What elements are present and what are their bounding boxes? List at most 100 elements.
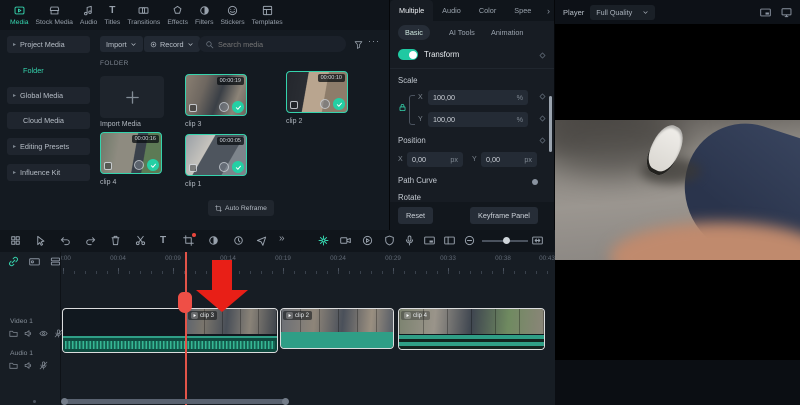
scale-y-keyframe-icon[interactable]: [538, 114, 547, 123]
voiceover-icon[interactable]: [404, 235, 415, 248]
screen-record-icon[interactable]: [340, 235, 351, 248]
caret-right-icon: ▸: [13, 93, 17, 99]
zoom-slider-handle[interactable]: [503, 237, 510, 244]
filter-icon[interactable]: [354, 40, 363, 49]
track-visibility-icon[interactable]: [39, 329, 48, 338]
keyframe-panel-button[interactable]: Keyframe Panel: [470, 207, 538, 224]
tab-multiple[interactable]: Multiple: [390, 0, 434, 21]
render-preview-icon[interactable]: [256, 235, 267, 248]
more-tools-icon[interactable]: »: [279, 233, 285, 244]
tab-templates[interactable]: Templates: [252, 4, 283, 26]
tab-stickers[interactable]: Stickers: [220, 4, 245, 26]
record-button[interactable]: Record: [144, 36, 200, 52]
zoom-out-icon[interactable]: [464, 235, 475, 248]
position-x-input[interactable]: 0,00 px: [407, 152, 463, 167]
filters-icon: [199, 4, 210, 17]
subtab-ai-tools[interactable]: AI Tools: [442, 25, 482, 40]
annotation-arrow-down: [196, 260, 248, 330]
clip-tag: clip 2: [283, 311, 313, 320]
tab-stock-media[interactable]: Stock Media: [36, 4, 73, 26]
media-browser-icon[interactable]: [10, 235, 21, 248]
delete-icon[interactable]: [110, 235, 121, 248]
tab-filters[interactable]: Filters: [195, 4, 213, 26]
track-view-icon[interactable]: [29, 256, 40, 267]
scale-lock-icon[interactable]: [398, 103, 407, 112]
tab-color[interactable]: Color: [470, 0, 505, 21]
tab-audio-props[interactable]: Audio: [433, 0, 470, 21]
timeline-ruler[interactable]: 00:00 00:04 00:09 00:14 00:19 00:24 00:2…: [60, 252, 555, 274]
tab-effects[interactable]: Effects: [167, 4, 188, 26]
record-label: Record: [160, 39, 184, 49]
mask-icon[interactable]: [208, 235, 219, 248]
auto-reframe-button[interactable]: Auto Reframe: [208, 200, 274, 216]
detach-player-icon[interactable]: [781, 7, 792, 18]
transform-toggle[interactable]: [398, 49, 418, 60]
tab-titles[interactable]: T Titles: [104, 4, 120, 26]
sidebar-item-global-media[interactable]: ▸ Global Media: [7, 87, 90, 104]
playhead-line[interactable]: [185, 252, 187, 405]
play-badge-icon: [404, 312, 411, 319]
mixer-icon[interactable]: [424, 235, 435, 248]
apply-to-track-icon[interactable]: [9, 361, 18, 370]
select-tool-icon[interactable]: [35, 235, 46, 248]
search-field[interactable]: [198, 36, 346, 52]
transform-keyframe-icon[interactable]: [538, 51, 547, 60]
track-volume-icon[interactable]: [24, 329, 33, 338]
audio-section: [399, 335, 544, 349]
media-clip-2[interactable]: 00:00:10: [286, 71, 348, 113]
tab-speed[interactable]: Spee: [505, 0, 540, 21]
import-media-tile[interactable]: [100, 76, 164, 118]
motion-tracking-icon[interactable]: [318, 235, 329, 248]
properties-scrollbar[interactable]: [549, 96, 552, 152]
audio-section: [281, 332, 393, 348]
quality-dropdown[interactable]: Full Quality: [590, 4, 656, 20]
import-button[interactable]: Import: [100, 36, 143, 52]
zoom-fit-icon[interactable]: [532, 235, 543, 248]
sidebar-item-cloud-media[interactable]: Cloud Media: [7, 112, 90, 129]
video-preview[interactable]: [555, 24, 800, 360]
position-y-input[interactable]: 0,00 px: [481, 152, 537, 167]
track-mute-icon[interactable]: [39, 361, 48, 370]
sidebar-item-project-media[interactable]: ▸ Project Media: [7, 36, 90, 53]
redo-icon[interactable]: [85, 235, 96, 248]
tab-transitions[interactable]: Transitions: [127, 4, 160, 26]
tab-media[interactable]: Media: [10, 4, 29, 26]
sidebar-item-folder[interactable]: Folder: [7, 62, 90, 79]
timeline-horizontal-scrollbar[interactable]: [61, 398, 289, 405]
track-volume-icon[interactable]: [24, 361, 33, 370]
apply-to-track-icon[interactable]: [9, 329, 18, 338]
speed-badge-icon: [219, 102, 229, 112]
media-clip-4[interactable]: 00:00:16: [100, 132, 162, 174]
denoise-icon[interactable]: [384, 235, 395, 248]
text-tool-icon[interactable]: T: [160, 235, 166, 246]
mark-inout-icon[interactable]: [760, 7, 771, 18]
subtab-basic[interactable]: Basic: [398, 25, 430, 40]
auto-ripple-icon[interactable]: [8, 256, 19, 267]
media-clip-3[interactable]: 00:00:19: [185, 74, 247, 116]
auto-reframe-label: Auto Reframe: [225, 204, 267, 212]
search-input[interactable]: [218, 39, 328, 49]
reset-button[interactable]: Reset: [398, 207, 434, 224]
tabs-overflow-chevron-icon[interactable]: ›: [547, 6, 554, 16]
more-options-icon[interactable]: ···: [368, 36, 380, 46]
sidebar-item-influence-kit[interactable]: ▸ Influence Kit: [7, 164, 90, 181]
crop-icon[interactable]: [183, 233, 196, 248]
undo-icon[interactable]: [60, 235, 71, 248]
timeline-clip-2[interactable]: clip 2: [280, 308, 394, 349]
scale-x-keyframe-icon[interactable]: [538, 92, 547, 101]
split-icon[interactable]: [135, 235, 146, 248]
playhead-handle[interactable]: [178, 292, 192, 313]
media-clip-1[interactable]: 00:00:05: [185, 134, 247, 176]
timeline-clip-4[interactable]: clip 4: [398, 308, 545, 350]
sidebar-item-editing-presets[interactable]: ▸ Editing Presets: [7, 138, 90, 155]
scale-x-input[interactable]: 100,00%: [428, 90, 528, 105]
tab-audio[interactable]: Audio: [80, 4, 97, 26]
speed-icon[interactable]: [233, 235, 244, 248]
scale-y-input[interactable]: 100,00%: [428, 112, 528, 127]
ruler-tick-label: 00:33: [440, 255, 456, 262]
subtab-animation[interactable]: Animation: [484, 25, 530, 40]
transform-label: Transform: [424, 50, 460, 59]
split-view-icon[interactable]: [444, 235, 455, 248]
preview-render-icon[interactable]: [362, 235, 373, 248]
position-keyframe-icon[interactable]: [538, 136, 547, 145]
